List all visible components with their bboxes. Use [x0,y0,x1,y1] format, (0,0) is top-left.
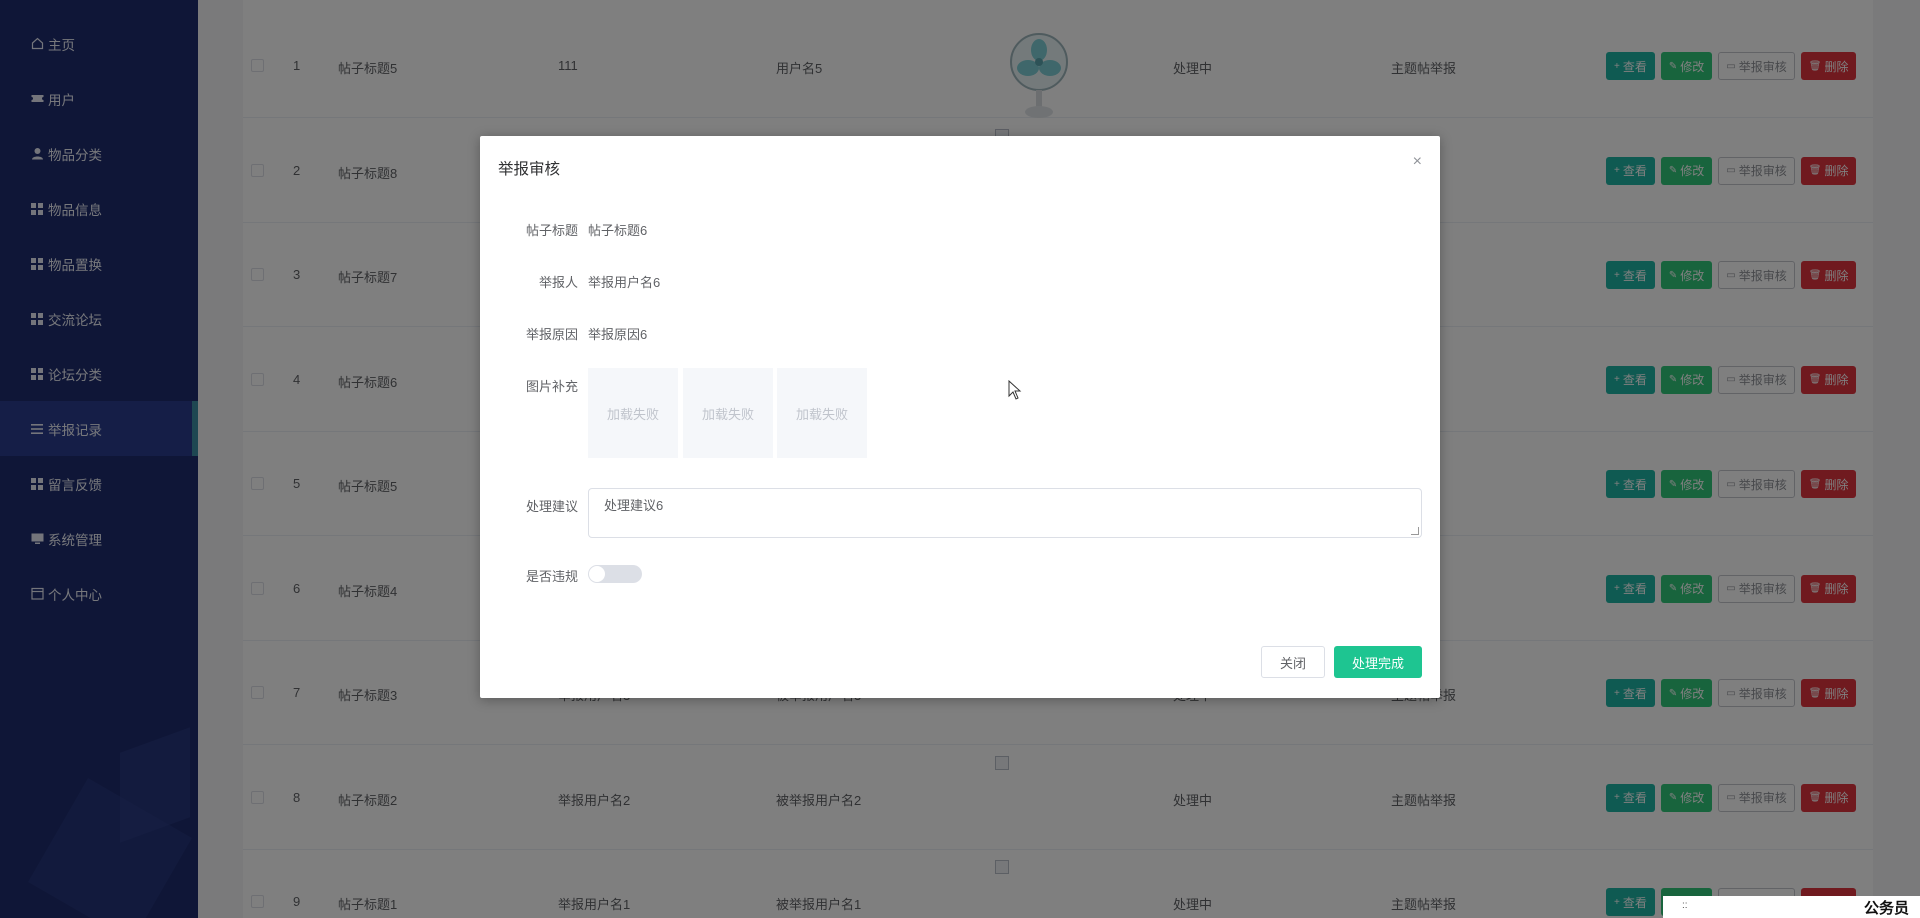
image-thumbnail[interactable]: 加载失败 [588,368,678,458]
corner-text: 公务员 [1864,899,1910,917]
reason-value: 举报原因6 [588,327,648,342]
resize-handle[interactable] [1411,527,1419,535]
mouse-cursor-icon [1008,380,1022,400]
reporter-value: 举报用户名6 [588,275,661,290]
report-audit-dialog: 举报审核 × 帖子标题 帖子标题6 举报人 举报用户名6 举报原因 举报原因6 … [480,136,1440,698]
image-thumbnail[interactable]: 加载失败 [777,368,867,458]
post-title-label: 帖子标题 [525,223,578,238]
close-button[interactable]: 关闭 [1261,646,1325,678]
reporter-label: 举报人 [538,275,578,290]
image-thumbnail[interactable]: 加载失败 [683,368,773,458]
suggestion-label: 处理建议 [525,499,578,514]
suggestion-text: 处理建议6 [604,498,664,513]
done-button[interactable]: 处理完成 [1334,646,1422,678]
reason-label: 举报原因 [525,327,578,342]
dialog-title: 举报审核 [498,161,561,178]
violation-switch[interactable] [588,565,642,583]
close-icon[interactable]: × [1413,154,1422,170]
switch-knob [589,566,605,582]
drag-handle[interactable]: :: [1682,900,1688,911]
suggestion-textarea[interactable]: 处理建议6 [588,488,1422,538]
violation-label: 是否违规 [525,569,578,584]
images-label: 图片补充 [525,379,578,394]
post-title-value: 帖子标题6 [588,223,648,238]
